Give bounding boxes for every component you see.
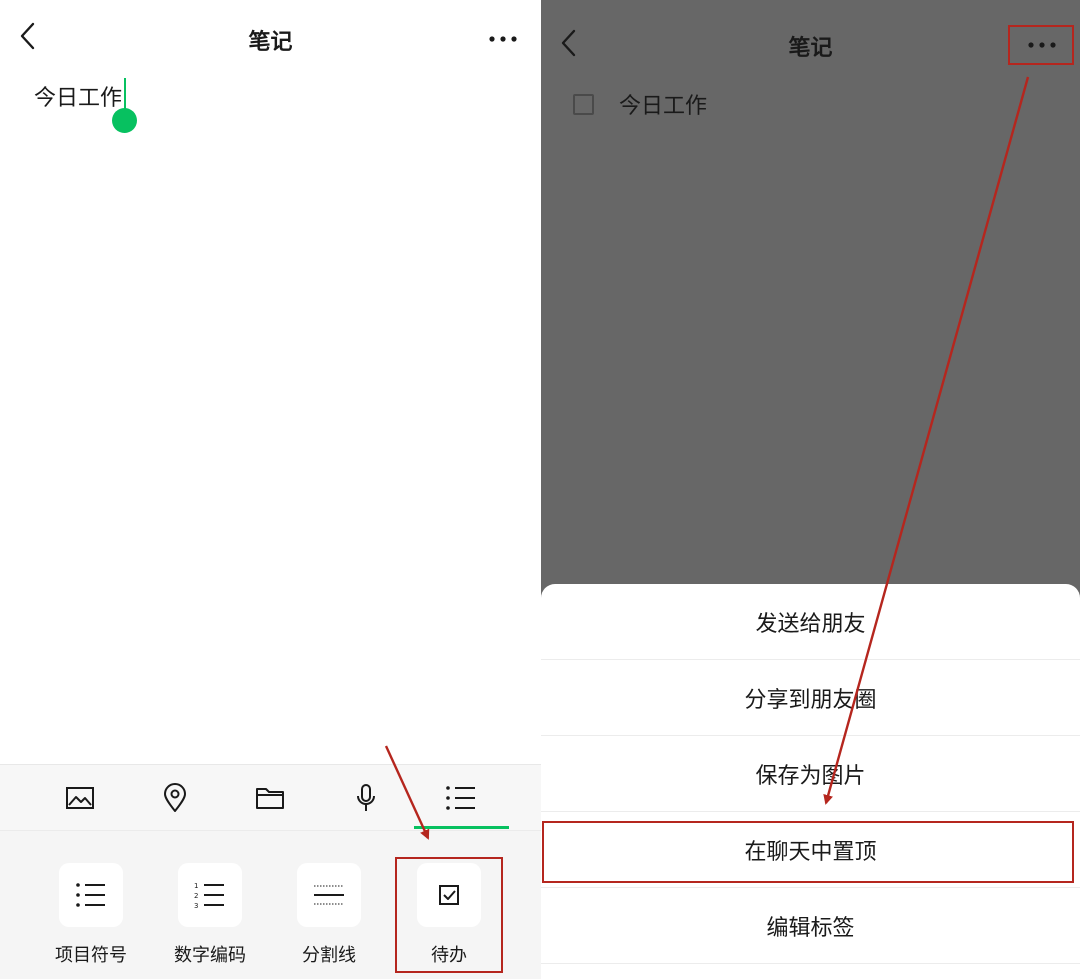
format-options-panel: 项目符号 1 2 3 数字编码 分割线 待办 (0, 830, 541, 979)
svg-text:1: 1 (194, 882, 198, 890)
numbered-list-icon: 1 2 3 (194, 882, 224, 908)
format-divider[interactable]: 分割线 (274, 861, 384, 971)
bullet-list-icon (76, 883, 105, 907)
format-todo[interactable]: 待办 (394, 861, 504, 971)
nav-bar: 笔记 (0, 0, 541, 80)
insert-image-button[interactable] (61, 779, 99, 817)
todo-checkbox[interactable] (573, 93, 594, 115)
note-editor-panel: 笔记 今日工作 项目符号 1 2 3 数字编码 分割线 待办 (0, 0, 541, 979)
format-label: 数字编码 (174, 945, 246, 966)
folder-icon (256, 788, 284, 809)
format-tile: 1 2 3 (178, 863, 242, 927)
action-sheet: 发送给朋友 分享到朋友圈 保存为图片 在聊天中置顶 编辑标签 (541, 584, 1080, 979)
insert-file-button[interactable] (251, 779, 289, 817)
more-button[interactable] (481, 24, 525, 54)
send-to-friend-option[interactable]: 发送给朋友 (541, 584, 1080, 660)
list-format-icon (446, 786, 475, 810)
microphone-icon (357, 784, 375, 811)
format-bullet-list[interactable]: 项目符号 (36, 861, 146, 971)
format-tile (59, 863, 123, 927)
active-tab-indicator (414, 826, 509, 829)
cursor-handle[interactable] (112, 108, 137, 133)
note-text[interactable]: 今日工作 (34, 80, 122, 112)
checkbox-icon (439, 885, 459, 905)
format-label: 分割线 (302, 945, 356, 966)
format-tile (297, 863, 361, 927)
svg-text:3: 3 (194, 902, 198, 908)
editor-toolbar (0, 764, 541, 830)
pin-in-chat-option[interactable]: 在聊天中置顶 (541, 812, 1080, 888)
save-as-image-option[interactable]: 保存为图片 (541, 736, 1080, 812)
todo-text: 今日工作 (619, 94, 708, 119)
format-list-button[interactable] (442, 779, 480, 817)
more-button[interactable] (1020, 30, 1064, 60)
format-label: 待办 (431, 945, 467, 966)
page-title: 笔记 (248, 30, 293, 55)
format-numbered-list[interactable]: 1 2 3 数字编码 (155, 861, 265, 971)
svg-text:2: 2 (194, 892, 198, 900)
divider-icon (314, 885, 344, 905)
share-to-moments-option[interactable]: 分享到朋友圈 (541, 660, 1080, 736)
image-icon (66, 787, 94, 809)
more-dots-icon (1028, 42, 1056, 48)
format-label: 项目符号 (55, 945, 127, 966)
todo-item: 今日工作 (573, 88, 707, 120)
voice-input-button[interactable] (347, 779, 385, 817)
insert-location-button[interactable] (156, 779, 194, 817)
more-dots-icon (489, 36, 517, 42)
note-menu-panel: 笔记 今日工作 发送给朋友 分享到朋友圈 保存为图片 在聊天中置顶 编辑标签 (541, 0, 1080, 979)
format-tile (417, 863, 481, 927)
edit-tags-option[interactable]: 编辑标签 (541, 888, 1080, 964)
text-cursor (124, 78, 126, 112)
page-title: 笔记 (788, 36, 833, 61)
location-icon (164, 783, 186, 812)
nav-bar: 笔记 (541, 0, 1080, 80)
